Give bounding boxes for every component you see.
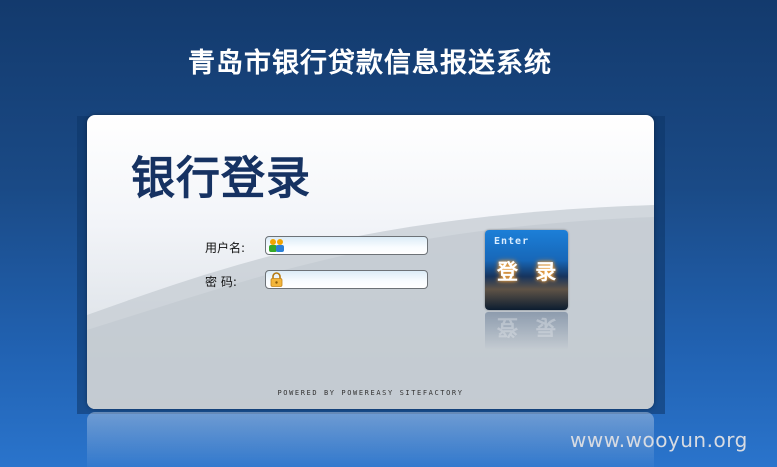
login-button-reflection-label: 登 录 (497, 315, 562, 339)
login-button[interactable]: Enter 登 录 (485, 230, 568, 310)
username-label: 用户名: (205, 241, 246, 255)
users-icon (269, 239, 284, 252)
login-button-label: 登 录 (497, 260, 562, 284)
login-button-enter-text: Enter (494, 236, 530, 247)
password-input[interactable] (288, 272, 424, 287)
powered-by-footer: POWERED BY POWEREASY SITEFACTORY (277, 389, 464, 397)
watermark: www.wooyun.org (570, 428, 748, 452)
panel-reflection (87, 412, 654, 467)
login-panel: 银行登录 用户名: 密 码: Enter 登 录 登 录 POWERED BY … (87, 115, 654, 409)
username-field[interactable] (265, 236, 428, 255)
lock-icon (270, 272, 283, 287)
password-field[interactable] (265, 270, 428, 289)
page-title: 青岛市银行贷款信息报送系统 (188, 48, 552, 79)
login-button-reflection: 登 录 (485, 312, 568, 350)
password-label: 密 码: (205, 275, 237, 289)
login-heading: 银行登录 (131, 152, 311, 205)
username-input[interactable] (288, 238, 424, 253)
